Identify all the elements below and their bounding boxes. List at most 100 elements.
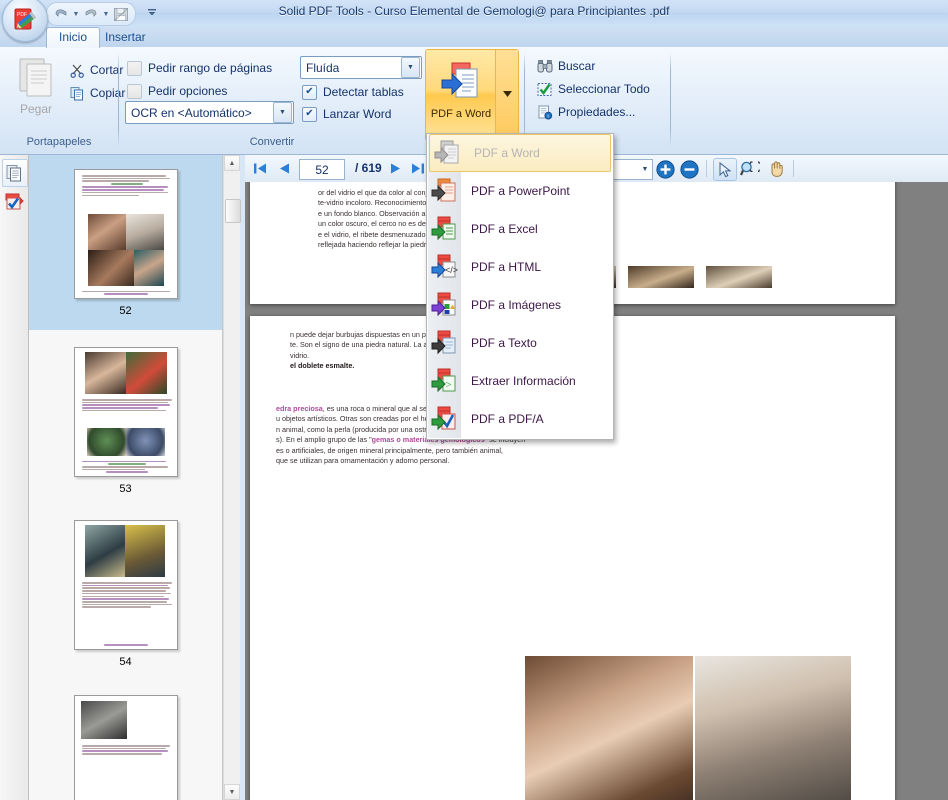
thumbnail-page-52[interactable]: 52 <box>29 155 222 330</box>
paste-button[interactable]: Pegar <box>8 53 64 125</box>
rail-item-pages[interactable] <box>2 159 28 187</box>
checkbox-lanzar-word[interactable]: ✔ Lanzar Word <box>302 104 391 124</box>
rail-item-pdfa[interactable] <box>2 189 26 215</box>
thumbnail-image-55 <box>73 695 178 800</box>
thumbnail-image-52 <box>73 169 178 299</box>
buscar-button[interactable]: Buscar <box>533 55 599 77</box>
cursor-arrow-icon <box>719 161 731 177</box>
menu-item-pdf-a-pdfa[interactable]: PDF a PDF/A <box>427 400 613 438</box>
page-number-value: 52 <box>315 162 329 177</box>
first-page-button[interactable] <box>250 159 270 178</box>
redo-button[interactable] <box>81 5 101 23</box>
next-page-icon <box>390 163 400 174</box>
left-panel-rail <box>0 155 29 800</box>
zoom-combo-arrow[interactable]: ▼ <box>638 166 652 173</box>
thumbnail-image-53 <box>73 347 178 477</box>
detectar-tablas-checkbox[interactable]: ✔ <box>302 84 317 100</box>
thumbnail-number-52: 52 <box>119 305 132 317</box>
menu-item-pdf-a-excel[interactable]: PDF a Excel <box>427 210 613 248</box>
checkbox-pedir-opciones[interactable]: ✓ Pedir opciones <box>127 81 227 101</box>
menu-item-extraer-informacion[interactable]: > Extraer Información <box>427 362 613 400</box>
thumbnail-number-54: 54 <box>119 656 132 668</box>
next-page-button[interactable] <box>385 159 405 178</box>
menu-item-pdf-a-texto[interactable]: PDF a Texto <box>427 324 613 362</box>
copy-icon <box>70 86 83 100</box>
layout-combo[interactable]: Fluída ▼ <box>300 56 422 79</box>
svg-text:>: > <box>446 379 452 391</box>
prev-page-button[interactable] <box>274 159 294 178</box>
hand-tool-button[interactable] <box>765 158 787 179</box>
thumbnail-panel[interactable]: 52 53 54 <box>29 155 223 800</box>
pdf-a-word-button[interactable]: PDF a Word <box>425 49 519 141</box>
tab-insertar[interactable]: Insertar <box>93 27 158 47</box>
buscar-label: Buscar <box>558 59 596 73</box>
undo-dropdown[interactable]: ▼ <box>72 5 80 23</box>
redo-dropdown[interactable]: ▼ <box>102 5 110 23</box>
menu-item-pdf-a-imagenes-label: PDF a Imágenes <box>471 298 562 312</box>
thumbnail-scroll-down-button[interactable]: ▼ <box>224 784 240 800</box>
paste-icon <box>19 58 52 97</box>
save-button[interactable] <box>111 5 131 23</box>
checkbox-pedir-rango[interactable]: ✓ Pedir rango de páginas <box>127 58 272 78</box>
group-divider-1 <box>118 52 119 147</box>
pdf-to-excel-icon <box>429 213 461 245</box>
upper-photo-2 <box>628 266 694 288</box>
zoom-select-tool-button[interactable] <box>738 158 762 179</box>
zoom-out-button[interactable] <box>678 158 700 180</box>
copy-button[interactable]: Copiar <box>66 82 129 104</box>
menu-item-pdf-a-imagenes[interactable]: PDF a Imágenes <box>427 286 613 324</box>
page-total-label: / 619 <box>355 161 382 175</box>
tab-inicio[interactable]: Inicio <box>46 27 101 48</box>
toolbar-divider-2 <box>706 160 707 177</box>
pdf-a-word-split-button[interactable]: PDF a Word <box>425 49 519 141</box>
seleccionar-todo-label: Seleccionar Todo <box>558 82 650 96</box>
menu-item-pdf-a-word[interactable]: PDF a Word <box>429 134 611 172</box>
pedir-opciones-checkbox[interactable]: ✓ <box>127 83 142 99</box>
checkbox-detectar-tablas[interactable]: ✔ Detectar tablas <box>302 82 404 102</box>
lanzar-word-label: Lanzar Word <box>323 107 392 121</box>
quick-access-toolbar: ▼ ▼ <box>46 2 136 26</box>
customize-qat-button[interactable] <box>145 4 159 20</box>
first-page-icon <box>254 163 266 174</box>
binoculars-icon <box>537 59 553 72</box>
pedir-rango-checkbox[interactable]: ✓ <box>127 60 142 76</box>
menu-item-pdf-a-pdfa-label: PDF a PDF/A <box>471 412 544 426</box>
clipboard-group-label: Portapapeles <box>26 136 92 148</box>
solid-pdf-logo-icon: PDF <box>14 8 37 30</box>
page-number-input[interactable]: 52 <box>299 159 345 180</box>
lanzar-word-checkbox[interactable]: ✔ <box>302 106 317 122</box>
extract-data-icon: > <box>429 365 461 397</box>
clipboard-group-body: Pegar Cortar Copiar <box>0 49 125 133</box>
thumbnail-page-53[interactable]: 53 <box>29 347 222 507</box>
thumbnail-page-54[interactable]: 54 <box>29 520 222 680</box>
select-all-icon <box>537 82 552 96</box>
thumbnail-scroll-up-button[interactable]: ▲ <box>224 155 240 171</box>
undo-button[interactable] <box>51 5 71 23</box>
zoom-in-button[interactable] <box>654 158 676 180</box>
menu-item-pdf-a-texto-label: PDF a Texto <box>471 336 537 350</box>
paste-label: Pegar <box>19 102 53 116</box>
window-title: Solid PDF Tools - Curso Elemental de Gem… <box>278 4 670 18</box>
menu-item-pdf-a-powerpoint[interactable]: PDF a PowerPoint <box>427 172 613 210</box>
propiedades-label: Propiedades... <box>558 105 636 119</box>
pdf-a-word-dropdown-arrow[interactable] <box>495 50 518 138</box>
ocr-combo-arrow[interactable]: ▼ <box>273 102 292 123</box>
undo-icon <box>55 9 67 17</box>
thumbnail-scroll-thumb[interactable] <box>225 199 241 223</box>
layout-combo-arrow[interactable]: ▼ <box>401 57 420 78</box>
pdf-to-text-icon <box>429 327 461 359</box>
ocr-combo[interactable]: OCR en <Automático> ▼ <box>125 101 294 124</box>
properties-icon: i <box>538 105 553 120</box>
select-tool-button[interactable] <box>713 158 737 181</box>
copy-label: Copiar <box>90 86 126 100</box>
convert-dropdown-menu[interactable]: PDF a Word PDF a PowerPoint PDF a Excel … <box>426 133 614 440</box>
menu-item-pdf-a-html[interactable]: </> PDF a HTML <box>427 248 613 286</box>
thumbnail-page-55[interactable]: 55 <box>29 695 222 800</box>
ribbon-group-clipboard: Pegar Cortar Copiar Portapapeles <box>0 49 125 149</box>
last-page-button[interactable] <box>408 159 428 178</box>
propiedades-button[interactable]: i Propiedades... <box>533 101 639 123</box>
seleccionar-todo-button[interactable]: Seleccionar Todo <box>533 78 654 100</box>
chevron-down-icon <box>502 91 512 97</box>
thumbnail-scrollbar[interactable]: ▲ ▼ <box>223 155 241 800</box>
menu-item-extraer-informacion-label: Extraer Información <box>471 374 576 388</box>
